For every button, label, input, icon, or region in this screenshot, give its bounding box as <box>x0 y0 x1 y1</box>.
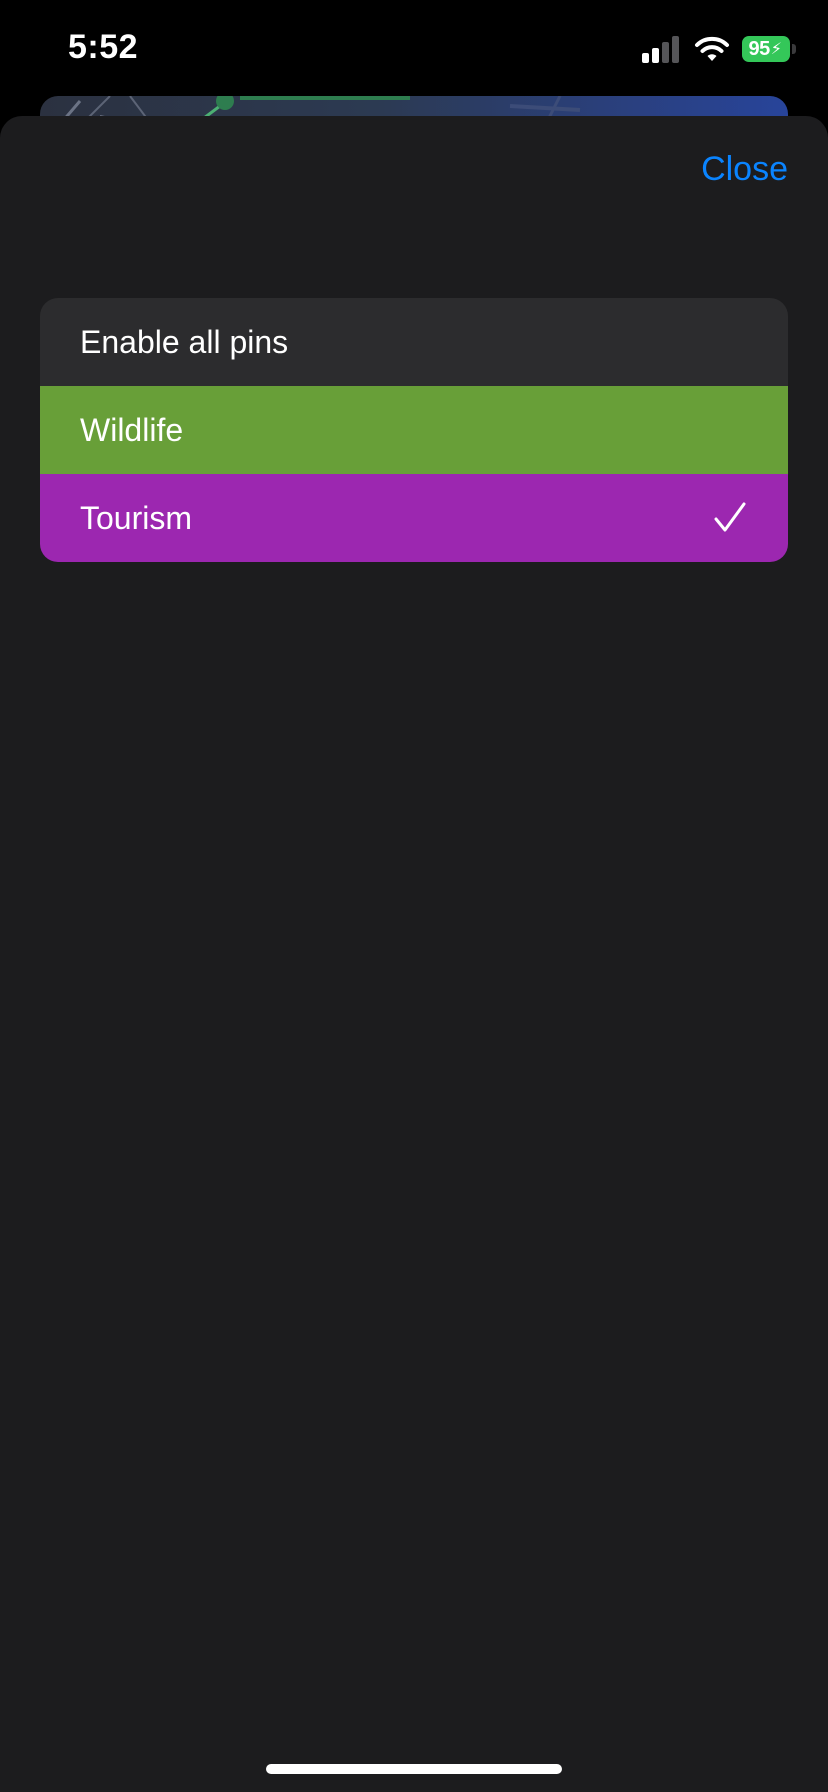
checkmark-icon <box>714 502 746 532</box>
pin-filter-label: Enable all pins <box>80 323 289 360</box>
battery-percentage: 95 <box>748 37 771 60</box>
battery-cap <box>792 44 796 54</box>
screen: 5:52 95 ⚡ Close Enable all pins Wildlife… <box>0 0 828 1792</box>
pin-filter-list: Enable all pins Wildlife Tourism <box>40 298 788 562</box>
status-time: 5:52 <box>68 28 139 66</box>
status-bar: 5:52 95 ⚡ <box>0 0 828 96</box>
home-indicator[interactable] <box>266 1764 562 1774</box>
pin-filter-enable-all[interactable]: Enable all pins <box>40 298 788 386</box>
wifi-icon <box>695 36 729 61</box>
battery-charging-icon: 95 ⚡ <box>742 36 796 62</box>
pin-filter-wildlife[interactable]: Wildlife <box>40 386 788 474</box>
close-button[interactable]: Close <box>701 150 788 189</box>
pin-filter-label: Wildlife <box>80 411 184 448</box>
pin-filter-label: Tourism <box>80 499 193 536</box>
charging-bolt-icon: ⚡ <box>770 41 782 58</box>
cellular-signal-icon <box>642 36 679 63</box>
status-icons: 95 ⚡ <box>642 34 796 64</box>
battery-level: 95 ⚡ <box>742 36 790 62</box>
filter-sheet: Close Enable all pins Wildlife Tourism <box>0 116 828 1792</box>
pin-filter-tourism[interactable]: Tourism <box>40 474 788 562</box>
